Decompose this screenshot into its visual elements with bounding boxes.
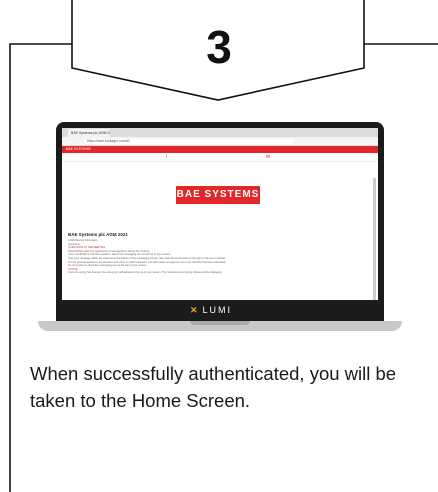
lumi-brand: LUMI — [202, 305, 233, 315]
step-caption: When successfully authenticated, you wil… — [30, 363, 397, 411]
browser-address-bar: https://web.lumiagm.com/#/ — [62, 137, 378, 146]
meeting-content: BAE Systems plc AGM 2021 AGM Meeting Inf… — [68, 232, 364, 275]
scrollbar[interactable] — [373, 178, 376, 308]
laptop-screenshot: BAE Systems plc AGM 2021 https://web.lum… — [38, 122, 402, 340]
app-icon-row: i ✉ — [62, 153, 378, 162]
laptop-notch — [190, 321, 250, 325]
lumi-x-icon: ✕ — [190, 305, 200, 315]
browser-tab-bar: BAE Systems plc AGM 2021 — [62, 128, 378, 137]
lumi-logo: ✕ LUMI — [190, 303, 250, 317]
browser-window: BAE Systems plc AGM 2021 https://web.lum… — [62, 128, 378, 317]
bae-systems-logo: BAE SYSTEMS — [176, 186, 260, 204]
meeting-title: BAE Systems plc AGM 2021 — [68, 232, 128, 237]
browser-tab[interactable]: BAE Systems plc AGM 2021 — [68, 129, 110, 137]
url-field[interactable]: https://web.lumiagm.com/#/ — [84, 138, 294, 144]
content-line: Once the voting has opened, the voting i… — [68, 271, 223, 275]
messaging-icon[interactable]: ✉ — [266, 154, 270, 160]
app-header-bar: BAE SYSTEMS — [62, 146, 378, 153]
info-icon[interactable]: i — [166, 154, 167, 160]
step-number: 3 — [206, 21, 232, 73]
